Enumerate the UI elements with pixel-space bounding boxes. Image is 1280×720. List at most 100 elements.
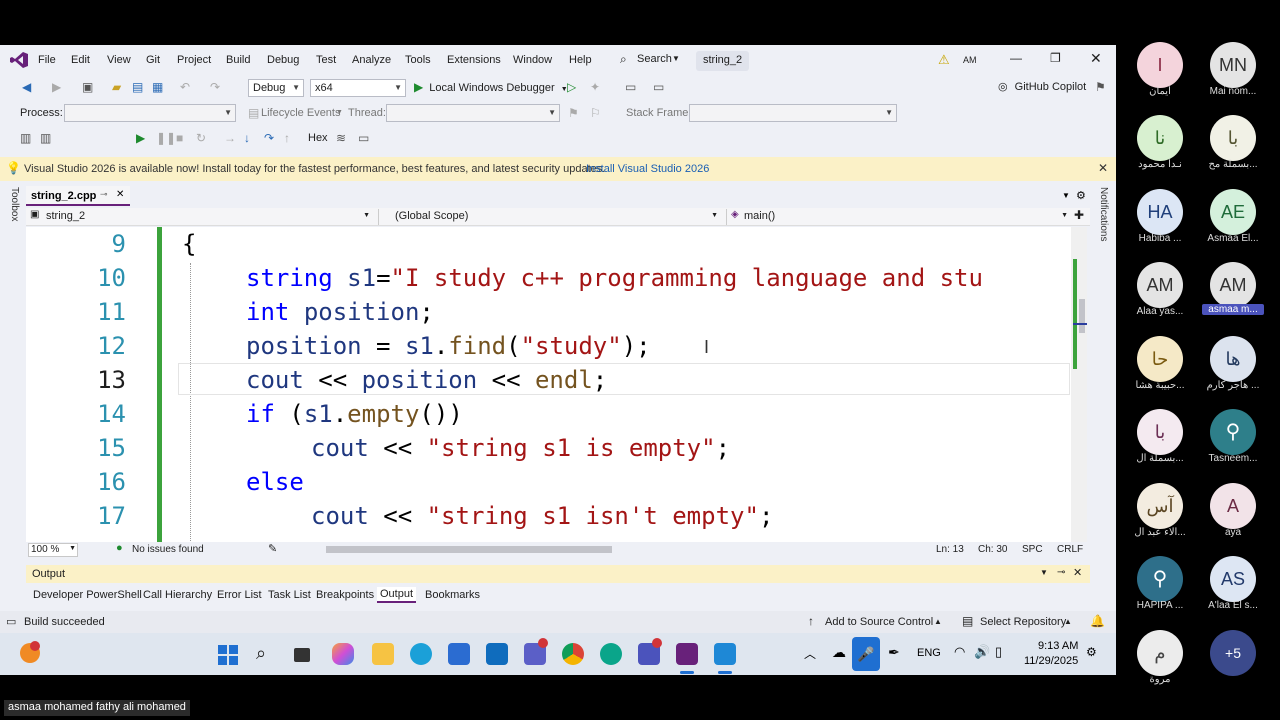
- menu-help[interactable]: Help: [569, 54, 592, 66]
- screen-icon[interactable]: ▭: [653, 80, 664, 94]
- participant-avatar[interactable]: با: [1210, 115, 1256, 161]
- undo-icon[interactable]: ↶: [180, 80, 190, 94]
- participant-avatar[interactable]: با: [1137, 409, 1183, 455]
- participant-avatar[interactable]: AS: [1210, 556, 1256, 602]
- copilot-button[interactable]: ◎ GitHub Copilot: [998, 80, 1086, 93]
- flag-threads-icon[interactable]: ⚑: [568, 106, 579, 120]
- vertical-scrollbar[interactable]: [1071, 227, 1087, 543]
- task-view-icon[interactable]: [294, 648, 310, 662]
- app-icon[interactable]: [600, 643, 622, 665]
- start-debugging-button[interactable]: ▶ Local Windows Debugger ▼: [414, 80, 568, 94]
- visual-studio-taskbar-icon[interactable]: [676, 643, 698, 665]
- menu-debug[interactable]: Debug: [267, 54, 299, 66]
- lifecycle-events-label[interactable]: Lifecycle Events: [261, 107, 340, 119]
- notifications-strip[interactable]: Notifications: [1095, 187, 1109, 253]
- bell-icon[interactable]: 🔔: [1090, 614, 1105, 628]
- issues-status[interactable]: No issues found: [132, 544, 204, 555]
- more-participants-button[interactable]: +5: [1210, 630, 1256, 676]
- search-icon[interactable]: ⌕: [256, 643, 266, 664]
- horizontal-scrollbar[interactable]: [316, 545, 910, 554]
- search-box[interactable]: ⌕ Search ▼: [616, 51, 686, 69]
- cloud-icon[interactable]: ☁: [832, 644, 846, 661]
- minimize-button[interactable]: —: [1010, 51, 1022, 65]
- select-repository[interactable]: Select Repository: [980, 616, 1066, 628]
- member-dropdown[interactable]: ◈ main() ▼: [726, 209, 1070, 225]
- open-folder-icon[interactable]: ▰: [112, 80, 121, 94]
- menu-project[interactable]: Project: [177, 54, 211, 66]
- language-indicator[interactable]: ENG: [917, 647, 941, 659]
- dropdown-icon[interactable]: ▼: [1040, 568, 1048, 577]
- hex-toggle[interactable]: Hex: [308, 132, 328, 144]
- split-view-icon[interactable]: ✚: [1074, 208, 1084, 222]
- participant-avatar[interactable]: AM: [1210, 262, 1256, 308]
- settings-icon[interactable]: ⚙: [1076, 189, 1086, 202]
- brush-icon[interactable]: ✎: [268, 542, 277, 555]
- wifi-icon[interactable]: ◠: [954, 644, 965, 660]
- menu-extensions[interactable]: Extensions: [447, 54, 501, 66]
- close-button[interactable]: ✕: [1090, 50, 1102, 67]
- tab-overflow-icon[interactable]: ▼: [1062, 191, 1070, 200]
- process-select[interactable]: ▼: [64, 104, 236, 122]
- step-out-icon[interactable]: ↑: [284, 131, 290, 145]
- pin-icon[interactable]: ⊸: [100, 189, 108, 200]
- outlook-app-icon[interactable]: [486, 643, 508, 665]
- store-app-icon[interactable]: [448, 643, 470, 665]
- battery-icon[interactable]: ▯: [995, 644, 1002, 660]
- chrome-app-icon[interactable]: [562, 643, 584, 665]
- pin-icon[interactable]: ⊸: [1057, 567, 1065, 578]
- microphone-icon[interactable]: 🎤: [852, 637, 880, 671]
- project-dropdown[interactable]: ▣ string_2 ▼: [28, 209, 372, 225]
- participant-avatar[interactable]: I: [1137, 42, 1183, 88]
- menu-analyze[interactable]: Analyze: [352, 54, 391, 66]
- new-project-icon[interactable]: ▣: [82, 80, 93, 94]
- copilot-app-icon[interactable]: [332, 643, 354, 665]
- tab-developer-powershell[interactable]: Developer PowerShell: [33, 589, 142, 601]
- menu-tools[interactable]: Tools: [405, 54, 431, 66]
- line-ending-indicator[interactable]: CRLF: [1057, 544, 1083, 555]
- stop-icon[interactable]: ■: [176, 131, 183, 145]
- participant-avatar[interactable]: AE: [1210, 189, 1256, 235]
- chevron-up-icon[interactable]: ︿: [804, 645, 816, 662]
- install-link[interactable]: Install Visual Studio 2026: [586, 163, 709, 175]
- menu-git[interactable]: Git: [146, 54, 160, 66]
- participant-avatar[interactable]: نا: [1137, 115, 1183, 161]
- whitespace-indicator[interactable]: SPC: [1022, 544, 1043, 555]
- tab-breakpoints[interactable]: Breakpoints: [316, 589, 374, 601]
- browse-icon[interactable]: ▭: [625, 80, 636, 94]
- file-explorer-icon[interactable]: [372, 643, 394, 665]
- clock-time[interactable]: 9:13 AM: [1038, 640, 1078, 652]
- code-editor[interactable]: 9 10 11 12 13 14 15 16 17 { string s1="I…: [26, 227, 1071, 543]
- back-icon[interactable]: ◀: [22, 80, 31, 94]
- participant-avatar[interactable]: AM: [1137, 262, 1183, 308]
- configuration-select[interactable]: Debug ▼: [248, 79, 304, 97]
- feedback-icon[interactable]: ⚑: [1095, 80, 1106, 94]
- tab-error-list[interactable]: Error List: [217, 589, 262, 601]
- close-icon[interactable]: ✕: [116, 189, 124, 200]
- start-without-debugging-icon[interactable]: ▷: [567, 80, 576, 94]
- lifecycle-icon[interactable]: ▤: [248, 106, 259, 120]
- stack-frame-select[interactable]: ▼: [689, 104, 897, 122]
- volume-icon[interactable]: 🔊: [974, 644, 990, 660]
- windows-start-icon[interactable]: [218, 645, 238, 665]
- save-all-icon[interactable]: ▦: [152, 80, 163, 94]
- warning-icon[interactable]: ⚠: [938, 52, 950, 68]
- column-indicator[interactable]: Ch: 30: [978, 544, 1007, 555]
- show-next-statement-icon[interactable]: →: [224, 131, 236, 145]
- step-over-icon[interactable]: ↷: [264, 131, 274, 145]
- menu-view[interactable]: View: [107, 54, 131, 66]
- platform-select[interactable]: x64 ▼: [310, 79, 406, 97]
- tab-bookmarks[interactable]: Bookmarks: [425, 589, 480, 601]
- participant-avatar[interactable]: HA: [1137, 189, 1183, 235]
- close-banner-icon[interactable]: ✕: [1098, 161, 1108, 175]
- toolbox-strip[interactable]: Toolbox: [6, 187, 20, 227]
- participant-avatar[interactable]: MN: [1210, 42, 1256, 88]
- menu-build[interactable]: Build: [226, 54, 250, 66]
- pause-icon[interactable]: ❚❚: [156, 131, 176, 145]
- restart-icon[interactable]: ↻: [196, 131, 206, 145]
- horizontal-scroll-thumb[interactable]: [326, 546, 612, 553]
- step-into-icon[interactable]: ↓: [244, 131, 250, 145]
- scroll-thumb[interactable]: [1079, 299, 1085, 333]
- hot-reload-icon[interactable]: ✦: [590, 80, 600, 94]
- scope-dropdown[interactable]: (Global Scope) ▼: [378, 209, 720, 225]
- thread-select[interactable]: ▼: [386, 104, 560, 122]
